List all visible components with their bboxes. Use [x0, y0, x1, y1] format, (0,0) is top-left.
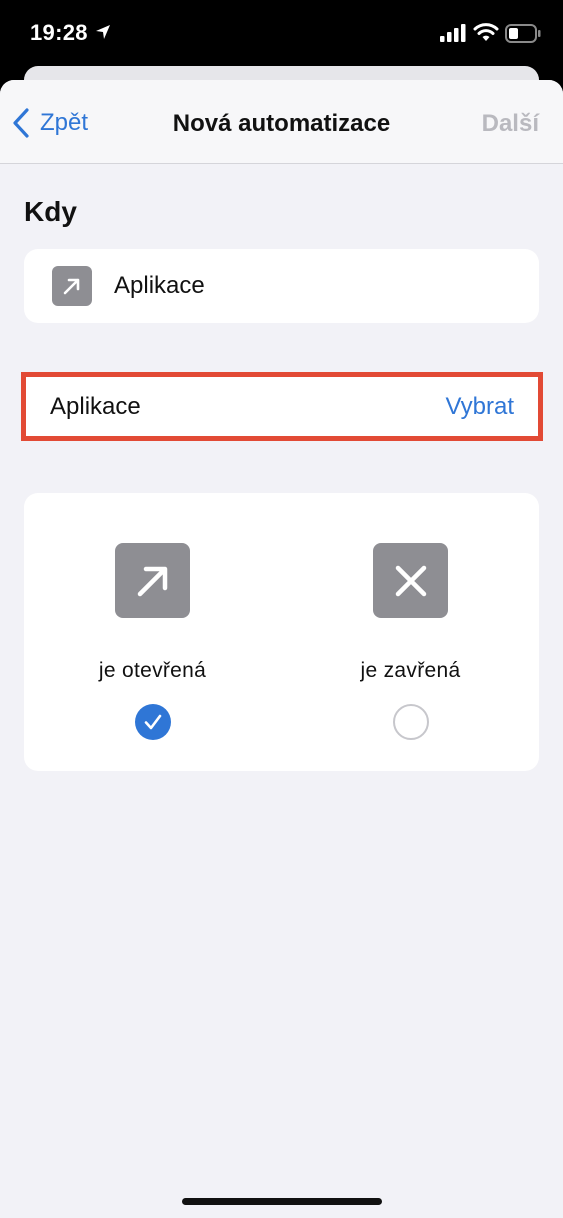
trigger-label: Aplikace	[114, 272, 205, 299]
app-select-row-highlight: Aplikace Vybrat	[21, 372, 543, 441]
status-time: 19:28	[30, 20, 88, 45]
option-label: je otevřená	[98, 659, 207, 682]
choose-button[interactable]: Vybrat	[446, 393, 514, 421]
options-card: je otevřená je zavřená	[24, 493, 539, 771]
radio-checked[interactable]	[135, 704, 171, 740]
checkmark-icon	[144, 714, 162, 730]
screen: 19:28 Zpět Nová automatizace Další Kdy A…	[0, 0, 563, 1218]
location-arrow-icon	[96, 25, 110, 39]
option-icon-tile	[115, 543, 190, 618]
back-button[interactable]: Zpět	[12, 106, 88, 140]
section-title: Kdy	[24, 196, 77, 227]
app-select-label: Aplikace	[50, 392, 141, 420]
arrow-up-right-icon	[63, 278, 80, 295]
radio-unchecked[interactable]	[393, 704, 429, 740]
app-select-row[interactable]: Aplikace Vybrat	[26, 377, 538, 436]
option-label: je zavřená	[360, 659, 461, 682]
trigger-card[interactable]: Aplikace	[24, 249, 539, 323]
back-button-label: Zpět	[40, 109, 89, 136]
navigation-bar: Zpět Nová automatizace Další	[0, 80, 563, 164]
arrow-up-right-icon	[137, 566, 167, 596]
status-bar: 19:28	[0, 0, 563, 66]
battery-icon	[505, 24, 541, 43]
home-indicator[interactable]	[182, 1198, 382, 1205]
option-is-closed[interactable]: je zavřená	[282, 493, 539, 771]
option-icon-tile	[373, 543, 448, 618]
chevron-left-icon	[13, 108, 29, 138]
trigger-icon-tile	[52, 266, 92, 306]
cellular-signal-icon	[440, 24, 466, 42]
x-mark-icon	[395, 565, 426, 596]
next-button[interactable]: Další	[482, 110, 539, 138]
automation-sheet: Zpět Nová automatizace Další Kdy Aplikac…	[0, 80, 563, 1218]
wifi-icon	[473, 23, 499, 41]
option-is-open[interactable]: je otevřená	[24, 493, 281, 771]
